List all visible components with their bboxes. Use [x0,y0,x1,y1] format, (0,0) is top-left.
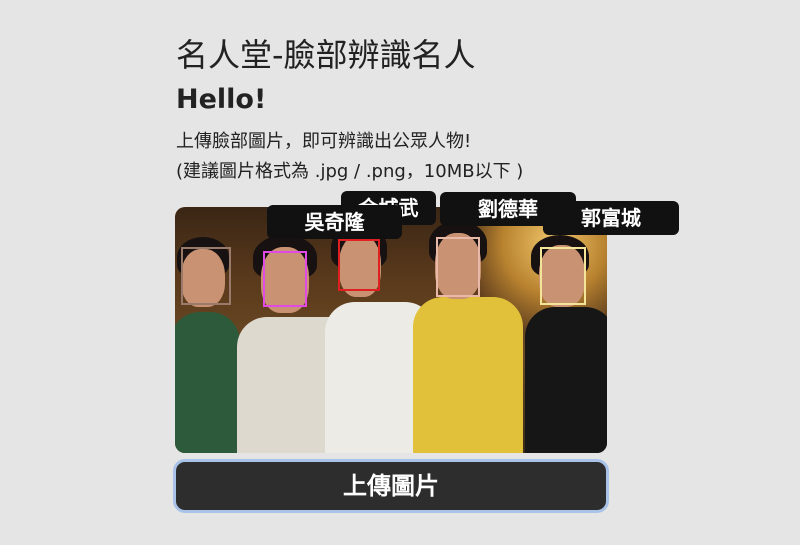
description-line-1: 上傳臉部圖片，即可辨識出公眾人物! [176,131,472,152]
face-box-3 [338,239,380,291]
description-line-2: (建議圖片格式為 .jpg / .png，10MB以下 ) [176,161,524,182]
upload-image-button[interactable]: 上傳圖片 [173,459,609,513]
page-title: 名人堂-臉部辨識名人 [176,36,476,74]
face-box-1 [181,247,231,305]
face-box-4 [436,237,480,297]
name-tag-wu: 吳奇隆 [267,205,402,239]
face-box-5 [540,247,586,305]
description: 上傳臉部圖片，即可辨識出公眾人物! (建議圖片格式為 .jpg / .png，1… [176,127,523,187]
name-tag-kwok: 郭富城 [543,201,679,235]
uploaded-photo [175,207,607,453]
face-box-2 [263,251,307,307]
greeting: Hello! [176,84,267,115]
